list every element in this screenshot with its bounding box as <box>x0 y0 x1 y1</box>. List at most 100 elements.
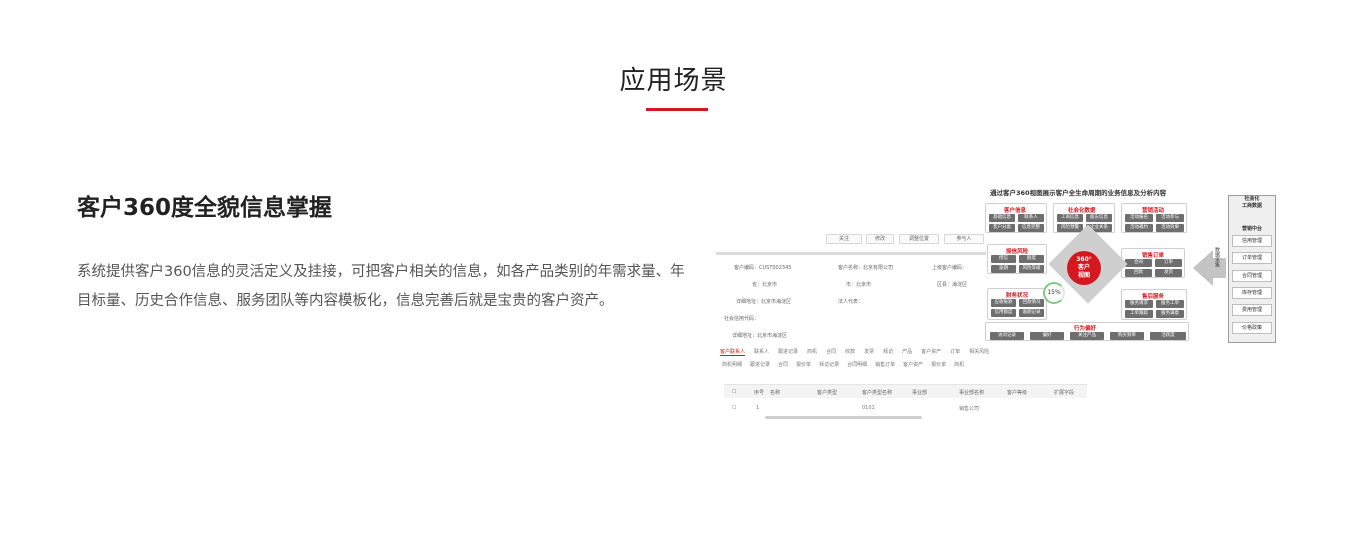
tab-item: 客户资产 <box>921 349 942 355</box>
card-title: 授信风险 <box>1006 249 1029 255</box>
card-chip: 逾期记录 <box>1019 309 1044 317</box>
left-arrow-icon <box>1193 250 1213 286</box>
tab-item: 产品 <box>902 349 913 355</box>
tab-item: 跟进记录 <box>778 349 799 355</box>
tab-item: 合同 <box>826 349 837 355</box>
card-title: 行为偏好 <box>1074 326 1097 332</box>
panel-item: 价格政策 <box>1232 322 1272 334</box>
card-chip: 服务满意 <box>1156 310 1184 318</box>
card-title: 社会化数据 <box>1068 208 1096 214</box>
column-header: 事业部 <box>912 390 928 396</box>
column-header: 扩展字段 <box>1054 390 1075 396</box>
card-title: 财务状况 <box>1006 293 1029 299</box>
feature-title: 客户360度全貌信息掌握 <box>77 195 333 221</box>
checkbox-icon: ☐ <box>732 389 737 395</box>
detail-tabs: 客户联系人 联系人 跟进记录 商机 合同 收款 发票 拜访 产品 客户资产 订单… <box>720 348 1080 356</box>
card-credit-risk: 授信风险 授信 额度 逾期 风险等级 <box>987 244 1047 274</box>
card-chip: 购买频率 <box>1110 332 1144 340</box>
card-chip: 订单 <box>1155 259 1182 267</box>
panel-header-line: 社会化 <box>1244 196 1260 202</box>
table-cell: 0101 <box>862 405 875 411</box>
card-chip: 工单跟踪 <box>1125 310 1153 318</box>
subtab-item: 商机明细 <box>722 362 743 368</box>
panel-item: 库存管理 <box>1232 287 1272 299</box>
card-chip: 访问记录 <box>990 332 1024 340</box>
card-chip: 应收账款 <box>991 299 1016 307</box>
card-chip: 偏好 <box>1030 332 1064 340</box>
card-chip: 授信 <box>991 255 1016 263</box>
tab-item: 客户联系人 <box>720 349 746 356</box>
hub-360-view: 360° 客户 视图 <box>1067 251 1101 285</box>
card-chip: 联系人 <box>1018 214 1044 222</box>
card-chip: 信用额度 <box>991 309 1016 317</box>
detail-address-field: 详细地址：北京市海淀区 <box>732 333 788 339</box>
header-divider <box>716 252 986 255</box>
subtab-item: 报价单 <box>796 362 812 368</box>
card-chip: 风险等级 <box>1019 265 1044 273</box>
subtab-item: 合同明细 <box>847 362 868 368</box>
column-header: 客户类型名称 <box>862 390 893 396</box>
card-chip: 股东信息 <box>1086 214 1112 222</box>
card-title: 营销活动 <box>1142 208 1165 214</box>
column-header: 事业部名称 <box>959 390 985 396</box>
card-chip: 关注产品 <box>1070 332 1104 340</box>
card-title: 客户信息 <box>1004 208 1027 214</box>
card-title: 销售订单 <box>1142 253 1165 259</box>
card-customer-info: 客户信息 基础信息 联系人 客户分类 信息完整 <box>985 203 1047 233</box>
card-chip: 活动参与 <box>1156 214 1184 222</box>
customer-name: 客户名称：北京有限公司 <box>838 265 894 271</box>
column-header: 客户类型 <box>817 390 838 396</box>
district-field: 区县：海淀区 <box>937 282 968 288</box>
table-header: ☐ 序号 名称 客户类型 客户类型名称 事业部 事业部名称 客户等级 扩展字段 <box>724 384 1087 398</box>
tab-item: 订单 <box>950 349 961 355</box>
panel-subheader: 营销中台 <box>1241 226 1262 232</box>
table-scrollbar <box>765 416 922 419</box>
card-chip: 活动报名 <box>1125 214 1153 222</box>
tab-item: 相关风险 <box>969 349 990 355</box>
card-chip: 信息完整 <box>1018 224 1044 232</box>
detail-subtabs: 商机明细 跟进记录 合同 报价单 拜访记录 合同明细 销售订单 客户资产 报价单… <box>722 361 1082 368</box>
card-after-sales: 售后服务 服务请求 服务工单 工单跟踪 服务满意 <box>1121 289 1187 320</box>
credit-code-field: 社会信用代码： <box>724 316 760 322</box>
table-cell: 销售公司 <box>959 406 980 412</box>
source-panel <box>1228 195 1276 343</box>
hub-line: 客户 <box>1077 264 1090 271</box>
card-chip: 发货 <box>1155 269 1182 277</box>
card-chip: 额度 <box>1019 255 1044 263</box>
panel-item: 信用管理 <box>1232 235 1272 247</box>
subtab-item: 拜访记录 <box>819 362 840 368</box>
column-header: 客户等级 <box>1007 390 1028 396</box>
parent-customer-code: 上级客户编码： <box>932 265 968 271</box>
hub-line: 360° <box>1076 256 1092 263</box>
card-chip: 活跃度 <box>1150 332 1186 340</box>
subtab-item: 报价单 <box>931 362 947 368</box>
tab-item: 收款 <box>845 349 856 355</box>
card-sales-orders: 销售订单 合同 订单 回款 发货 <box>1121 248 1185 278</box>
data-collection-label: 数据采集 <box>1214 247 1220 267</box>
tab-item: 商机 <box>807 349 818 355</box>
card-chip: 逾期 <box>991 265 1016 273</box>
participant-button: 参与人 <box>944 234 984 244</box>
feature-description: 系统提供客户360信息的灵活定义及挂接，可把客户相关的信息，如各产品类别的年需求… <box>77 264 685 309</box>
hub-line: 视图 <box>1077 272 1090 279</box>
panel-header: 社会化 工商数据 <box>1231 196 1273 210</box>
tab-item: 联系人 <box>754 349 770 355</box>
subtab-item: 客户资产 <box>903 362 924 368</box>
edit-button: 修改 <box>866 234 894 244</box>
city-field: 市：北京市 <box>846 282 872 288</box>
subtab-item: 销售订单 <box>875 362 896 368</box>
card-chip: 活动效果 <box>1156 224 1184 232</box>
customer-code: 客户编码：CUST002345 <box>734 265 792 271</box>
subtab-item: 商机 <box>954 362 965 368</box>
card-chip: 服务工单 <box>1156 300 1184 308</box>
column-header: 名称 <box>770 390 781 396</box>
legal-rep-field: 法人代表： <box>838 299 864 305</box>
card-chip: 合同 <box>1125 259 1152 267</box>
card-behavior: 行为偏好 访问记录 偏好 关注产品 购买频率 活跃度 <box>985 322 1189 341</box>
card-chip: 风险预警 <box>1057 224 1083 232</box>
adjust-position-button: 调整位置 <box>899 234 939 244</box>
card-chip: 回款情况 <box>1019 299 1044 307</box>
column-header: 序号 <box>754 390 765 396</box>
subtab-item: 合同 <box>778 362 789 368</box>
card-chip: 活动邀约 <box>1125 224 1153 232</box>
